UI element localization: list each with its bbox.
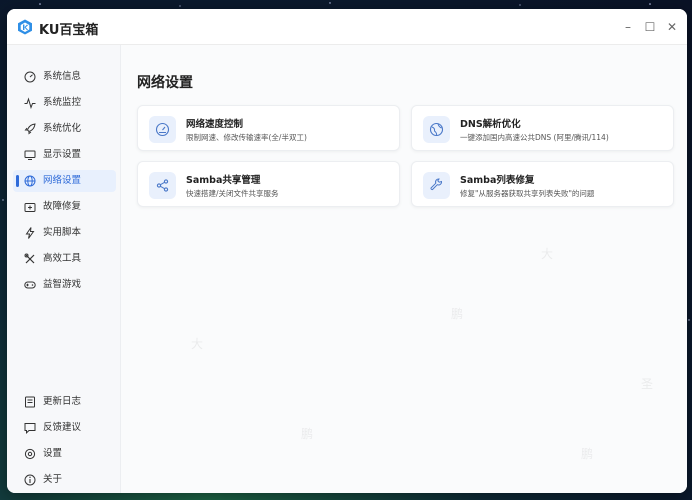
maximize-button[interactable]: ☐ <box>641 18 659 36</box>
card-title: Samba共享管理 <box>186 175 261 186</box>
monitor-icon <box>24 150 36 160</box>
sidebar-item-changelog[interactable]: 更新日志 <box>13 391 116 413</box>
sidebar-item-settings[interactable]: 设置 <box>13 443 116 465</box>
sidebar-item-label: 反馈建议 <box>43 422 82 433</box>
feedback-icon <box>24 423 36 434</box>
page-title: 网络设置 <box>137 75 193 91</box>
main-content: 鹏 大 圣 鹏 大 圣 大 鹏 鹏 网络设置 网络速度控制 限制网速、修改传输速… <box>121 45 687 493</box>
app-logo-icon <box>18 19 32 35</box>
sidebar-item-label: 更新日志 <box>43 396 82 407</box>
info-icon <box>24 474 36 486</box>
settings-icon <box>24 448 36 460</box>
globe-icon <box>429 122 444 137</box>
tools-icon <box>24 253 35 264</box>
sidebar-item-label: 关于 <box>43 474 63 485</box>
speedometer-icon <box>155 122 170 137</box>
sidebar-item-system-optimize[interactable]: 系统优化 <box>13 118 116 140</box>
first-aid-icon <box>24 203 36 212</box>
gauge-icon <box>24 71 36 83</box>
active-indicator <box>16 175 19 187</box>
card-network-speed-control[interactable]: 网络速度控制 限制网速、修改传输速率(全/半双工) <box>137 105 400 151</box>
sidebar-item-label: 设置 <box>43 448 63 459</box>
sidebar: 系统信息 系统监控 系统优化 显示设置 网络设置 故障修复 实用脚本 高效工具 … <box>7 45 121 493</box>
sidebar-item-label: 系统优化 <box>43 123 82 134</box>
sidebar-item-label: 系统监控 <box>43 97 82 108</box>
gamepad-icon <box>24 281 36 289</box>
sidebar-item-scripts[interactable]: 实用脚本 <box>13 222 116 244</box>
sidebar-item-label: 系统信息 <box>43 71 82 82</box>
card-title: Samba列表修复 <box>460 175 535 186</box>
sidebar-item-tools[interactable]: 高效工具 <box>13 248 116 270</box>
close-button[interactable]: ✕ <box>663 18 681 36</box>
sidebar-item-label: 显示设置 <box>43 149 82 160</box>
sidebar-item-games[interactable]: 益智游戏 <box>13 274 116 296</box>
app-window: KU百宝箱 – ☐ ✕ 系统信息 系统监控 系统优化 显示设置 网络设置 故障修… <box>7 9 687 493</box>
card-title: 网络速度控制 <box>186 119 244 130</box>
card-description: 限制网速、修改传输速率(全/半双工) <box>186 133 307 142</box>
sidebar-item-label: 实用脚本 <box>43 227 82 238</box>
sidebar-item-label: 网络设置 <box>43 175 82 186</box>
sidebar-item-troubleshoot[interactable]: 故障修复 <box>13 196 116 218</box>
title-bar: KU百宝箱 – ☐ ✕ <box>7 9 687 45</box>
card-samba-share-management[interactable]: Samba共享管理 快速搭建/关闭文件共享服务 <box>137 161 400 207</box>
sidebar-item-system-info[interactable]: 系统信息 <box>13 66 116 88</box>
card-description: 快速搭建/关闭文件共享服务 <box>186 189 279 198</box>
sidebar-item-network-settings[interactable]: 网络设置 <box>13 170 116 192</box>
sidebar-item-about[interactable]: 关于 <box>13 469 116 491</box>
rocket-icon <box>24 123 36 135</box>
minimize-button[interactable]: – <box>619 18 637 36</box>
card-samba-list-repair[interactable]: Samba列表修复 修复"从服务器获取共享列表失败"的问题 <box>411 161 674 207</box>
pulse-icon <box>24 97 36 109</box>
sidebar-item-feedback[interactable]: 反馈建议 <box>13 417 116 439</box>
lightning-icon <box>25 227 35 239</box>
globe-icon <box>24 175 36 187</box>
card-title: DNS解析优化 <box>460 119 521 130</box>
card-description: 修复"从服务器获取共享列表失败"的问题 <box>460 189 595 198</box>
wrench-icon <box>430 178 443 191</box>
update-log-icon <box>25 396 35 408</box>
sidebar-item-system-monitor[interactable]: 系统监控 <box>13 92 116 114</box>
card-description: 一键添加国内高速公共DNS (阿里/腾讯/114) <box>460 133 609 142</box>
app-title: KU百宝箱 <box>39 23 99 38</box>
card-dns-optimization[interactable]: DNS解析优化 一键添加国内高速公共DNS (阿里/腾讯/114) <box>411 105 674 151</box>
share-icon <box>156 179 169 192</box>
sidebar-item-label: 高效工具 <box>43 253 82 264</box>
sidebar-item-label: 故障修复 <box>43 201 82 212</box>
sidebar-item-label: 益智游戏 <box>43 279 82 290</box>
sidebar-item-display-settings[interactable]: 显示设置 <box>13 144 116 166</box>
